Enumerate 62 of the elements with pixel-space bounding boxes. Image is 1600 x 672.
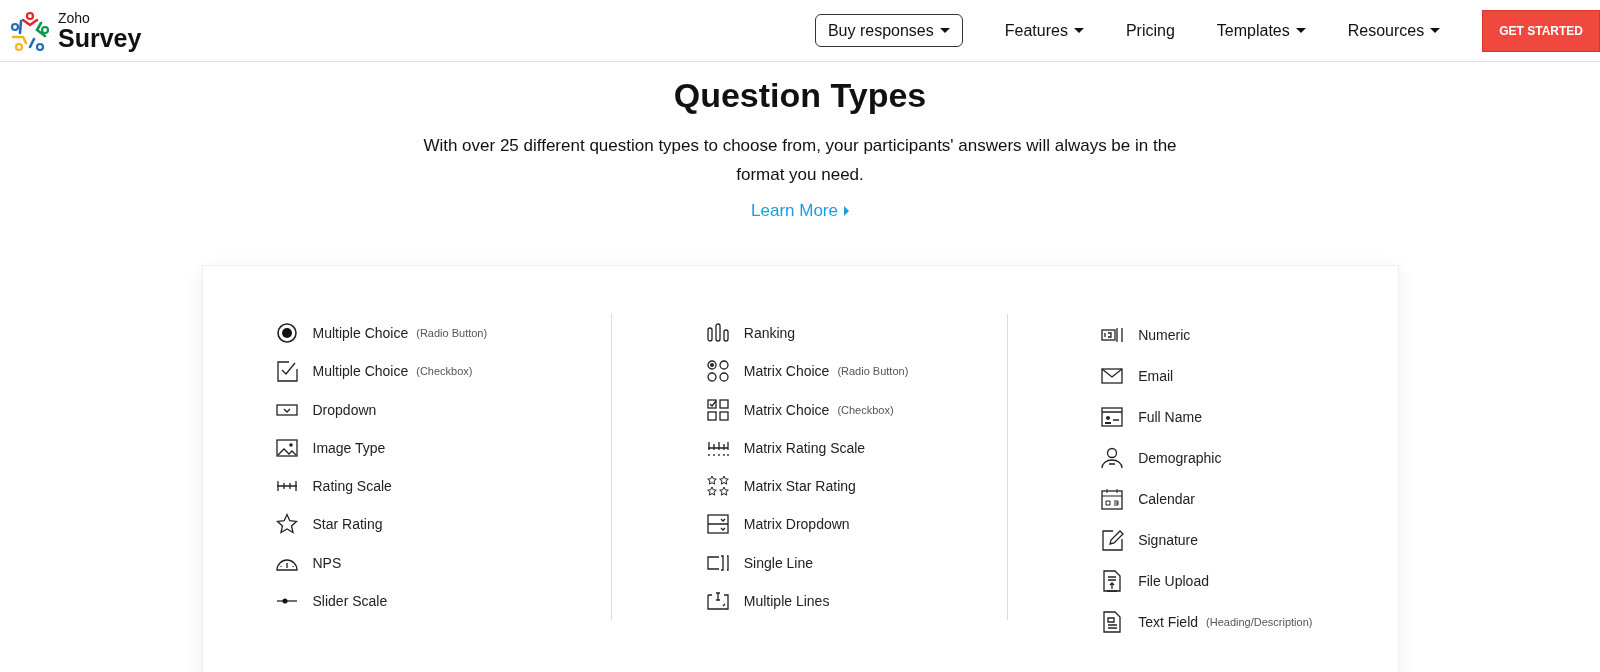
nav-link[interactable]: Templates: [1216, 21, 1306, 40]
question-type-label: Matrix Rating Scale: [743, 439, 866, 456]
question-type-note: (Heading/Description): [1206, 615, 1313, 628]
intro-text: With over 25 different question types to choose from, your participants' answers will always be in the format you need.: [422, 135, 1178, 186]
question-type-label: Multiple Choice: [312, 325, 409, 342]
caret-icon: [1073, 28, 1084, 33]
question-type-label: Calendar: [1138, 490, 1195, 507]
question-type-label: Rating Scale: [312, 478, 392, 495]
question-type-label: Dropdown: [312, 401, 377, 418]
question-type-label: Email: [1138, 367, 1174, 384]
question-type-note: (Radio Button): [416, 327, 488, 340]
nav-link[interactable]: Features: [1004, 21, 1084, 40]
calendar-icon: [1101, 487, 1124, 510]
person-icon: [1101, 446, 1124, 469]
question-type-label: Slider Scale: [312, 592, 388, 609]
checkbox-icon: [275, 360, 298, 383]
caret-icon: [939, 28, 950, 33]
question-type-label: Multiple Choice: [312, 363, 409, 380]
question-type-label: Ranking: [743, 325, 796, 342]
question-type-note: (Radio Button): [837, 365, 909, 378]
question-type-label: File Upload: [1138, 572, 1209, 589]
question-type-label: Full Name: [1138, 408, 1202, 425]
question-type-label: Matrix Dropdown: [743, 516, 850, 533]
question-type-label: Multiple Lines: [743, 592, 830, 609]
checkbox-grid-icon: [706, 398, 729, 421]
logo-text: Survey: [58, 25, 142, 51]
question-type-label: NPS: [312, 554, 342, 571]
dropdown-stack-icon: [706, 513, 729, 536]
question-type-label: Single Line: [743, 554, 814, 571]
question-type-note: (Checkbox): [837, 403, 894, 416]
question-type-label: Star Rating: [312, 516, 383, 533]
caret-icon: [843, 206, 849, 216]
image-icon: [275, 436, 298, 459]
nav-link[interactable]: Resources: [1347, 21, 1441, 40]
star-grid-icon: [706, 475, 729, 498]
question-type-label: Matrix Star Rating: [743, 478, 856, 495]
page-title: Question Types: [673, 76, 927, 115]
question-type-label: Numeric: [1138, 326, 1191, 343]
pencil-icon: [1101, 528, 1124, 551]
nav-link[interactable]: Pricing: [1125, 21, 1175, 40]
get-started-button[interactable]: GET STARTED: [1482, 9, 1600, 52]
file-upload-icon: [1101, 569, 1124, 592]
star-icon: [275, 513, 298, 536]
document-icon: [1101, 610, 1124, 633]
logo-icon: [10, 9, 50, 52]
question-type-label: Matrix Choice: [743, 363, 830, 380]
question-type-label: Signature: [1138, 531, 1199, 548]
caret-icon: [1430, 28, 1441, 33]
question-type-label: Text Field: [1138, 613, 1199, 630]
id-card-icon: [1101, 405, 1124, 428]
bars-icon: [706, 322, 729, 345]
text-area-icon: [706, 589, 729, 612]
question-type-label: Demographic: [1138, 449, 1222, 466]
logo-text: Zoho: [58, 10, 91, 25]
caret-icon: [1295, 28, 1306, 33]
question-type-label: Matrix Choice: [743, 401, 830, 418]
slider-icon: [275, 597, 298, 604]
question-type-label: Image Type: [312, 439, 386, 456]
nav-button[interactable]: Buy responses: [814, 14, 963, 47]
question-type-note: (Checkbox): [416, 365, 473, 378]
radio-grid-icon: [706, 360, 729, 383]
radio-button-icon: [275, 322, 298, 345]
